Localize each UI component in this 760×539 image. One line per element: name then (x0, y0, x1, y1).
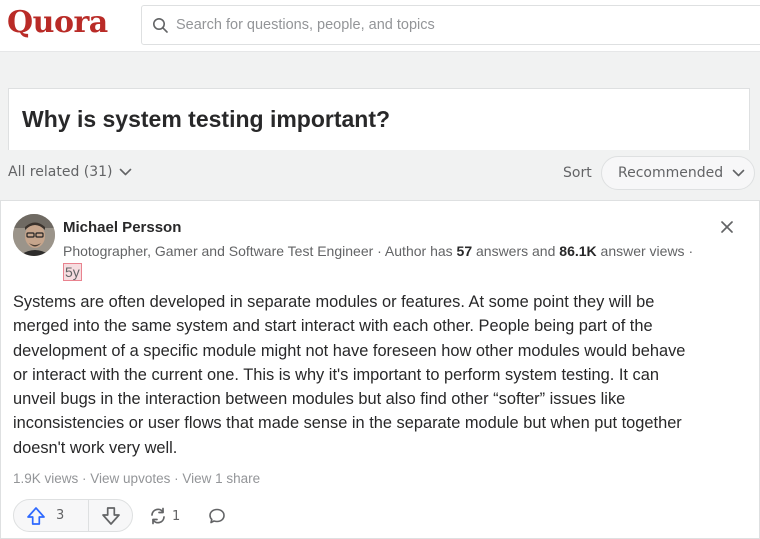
answer-views-count: 86.1K (559, 243, 597, 259)
share-count: 1 (172, 508, 181, 524)
share-icon (151, 507, 165, 525)
question-title[interactable]: Why is system testing important? (22, 106, 390, 133)
credential-text: Photographer, Gamer and Software Test En… (63, 243, 457, 259)
chevron-down-icon (732, 169, 745, 176)
author-credential: Photographer, Gamer and Software Test En… (63, 241, 743, 283)
answer-line: or interact with the current one. This i… (13, 365, 659, 384)
answer-line: inconsistencies or user flows that made … (13, 414, 682, 433)
question-card: Why is system testing important? (8, 88, 750, 150)
quora-logo[interactable]: Quora (7, 5, 108, 40)
search-input[interactable] (176, 17, 736, 33)
answer-body: Systems are often developed in separate … (13, 290, 751, 460)
downvote-button[interactable] (89, 500, 132, 531)
all-related-label: All related (31) (8, 164, 113, 180)
answer-card: Michael Persson Photographer, Gamer and … (0, 200, 760, 539)
credential-suffix: answer views · (596, 243, 694, 259)
search-icon (153, 17, 168, 33)
view-shares-link[interactable]: View 1 share (182, 471, 260, 486)
vote-group: 3 (13, 499, 133, 532)
close-icon[interactable] (719, 219, 735, 235)
search-box[interactable] (141, 5, 760, 45)
comment-icon[interactable] (208, 507, 226, 525)
answer-line: development of a specific module might n… (13, 341, 686, 360)
answer-line: Systems are often developed in separate … (13, 293, 655, 311)
sort-value: Recommended (618, 165, 724, 181)
share-button[interactable]: 1 (148, 506, 180, 526)
answers-count: 57 (456, 243, 473, 259)
upvote-count: 3 (56, 508, 65, 523)
upvote-icon (27, 506, 45, 525)
answer-date[interactable]: 5y (63, 263, 82, 281)
author-name[interactable]: Michael Persson (63, 219, 181, 236)
sort-label: Sort (563, 165, 592, 181)
all-related-dropdown[interactable]: All related (31) (8, 164, 132, 180)
author-avatar[interactable] (13, 214, 55, 256)
sort-dropdown[interactable]: Recommended (601, 156, 755, 190)
answer-line: merged into the same system and start in… (13, 317, 653, 336)
credential-mid: answers and (472, 243, 560, 259)
top-bar: Quora (0, 0, 760, 52)
upvote-button[interactable]: 3 (14, 500, 89, 531)
answer-line: unveil bugs in the interaction between m… (13, 390, 626, 409)
views-count: 1.9K views (13, 471, 79, 486)
chevron-down-icon (119, 168, 131, 175)
answer-line: doesn't work very well. (13, 438, 178, 457)
downvote-icon (101, 506, 120, 525)
view-upvotes-link[interactable]: View upvotes (90, 471, 170, 486)
answer-stats: 1.9K views · View upvotes · View 1 share (13, 471, 261, 486)
